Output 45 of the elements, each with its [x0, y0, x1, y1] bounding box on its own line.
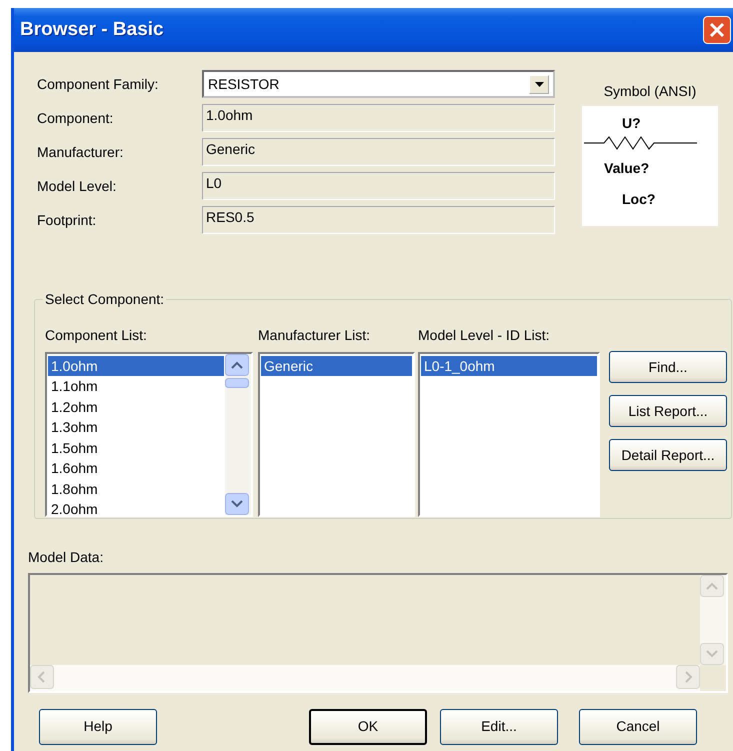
dialog-button[interactable]: Cancel [579, 708, 697, 745]
dialog-button[interactable]: Help [39, 708, 157, 745]
list-item[interactable]: Generic [261, 356, 412, 376]
list-item[interactable]: 1.3ohm [48, 417, 224, 438]
list-item[interactable]: 1.6ohm [48, 458, 224, 479]
list-label: Model Level - ID List: [418, 327, 550, 344]
field-label: Manufacturer: [37, 144, 124, 160]
field-label: Model Level: [37, 178, 118, 194]
list-item[interactable]: 2.0ohm [48, 499, 224, 520]
readonly-field: 1.0ohm [202, 104, 555, 132]
field-label: Component Family: [37, 76, 160, 92]
dialog-button[interactable]: Edit... [440, 708, 558, 745]
location-text: Loc? [622, 190, 656, 207]
scroll-thumb[interactable] [225, 378, 249, 388]
designator-text: U? [622, 114, 641, 131]
scrollbar[interactable] [225, 354, 251, 515]
dropdown-field[interactable]: RESISTOR [202, 70, 555, 98]
side-button[interactable]: Find... [609, 351, 727, 383]
readonly-field: RES0.5 [202, 206, 555, 234]
scroll-right-icon [676, 664, 700, 689]
group-title: Select Component: [43, 291, 166, 308]
resistor-symbol-icon [584, 136, 698, 150]
list-item[interactable]: L0-1_0ohm [421, 356, 597, 376]
scroll-up-icon[interactable] [225, 354, 249, 376]
list-item[interactable]: 1.2ohm [48, 396, 224, 418]
list-item[interactable]: 1.5ohm [48, 438, 224, 458]
model-data-label: Model Data: [28, 549, 104, 566]
field-label: Component: [37, 110, 114, 126]
dialog-button[interactable]: OK [309, 708, 427, 745]
scroll-down-icon[interactable] [225, 492, 249, 515]
readonly-field: L0 [202, 172, 555, 200]
list-label: Manufacturer List: [258, 327, 372, 344]
window-title: Browser - Basic [20, 18, 164, 42]
scroll-left-icon [30, 664, 54, 689]
field-label: Footprint: [37, 212, 98, 228]
readonly-field: Generic [202, 138, 555, 166]
list-item[interactable]: 1.8ohm [48, 478, 224, 500]
symbol-label: Symbol (ANSI) [604, 83, 696, 100]
value-text: Value? [604, 160, 650, 176]
side-button[interactable]: Detail Report... [609, 439, 727, 471]
list-item[interactable]: 1.0ohm [48, 356, 224, 376]
list-label: Component List: [45, 327, 148, 344]
close-icon[interactable] [703, 16, 733, 44]
side-button[interactable]: List Report... [609, 395, 727, 427]
list-item[interactable]: 1.1ohm [48, 376, 224, 397]
